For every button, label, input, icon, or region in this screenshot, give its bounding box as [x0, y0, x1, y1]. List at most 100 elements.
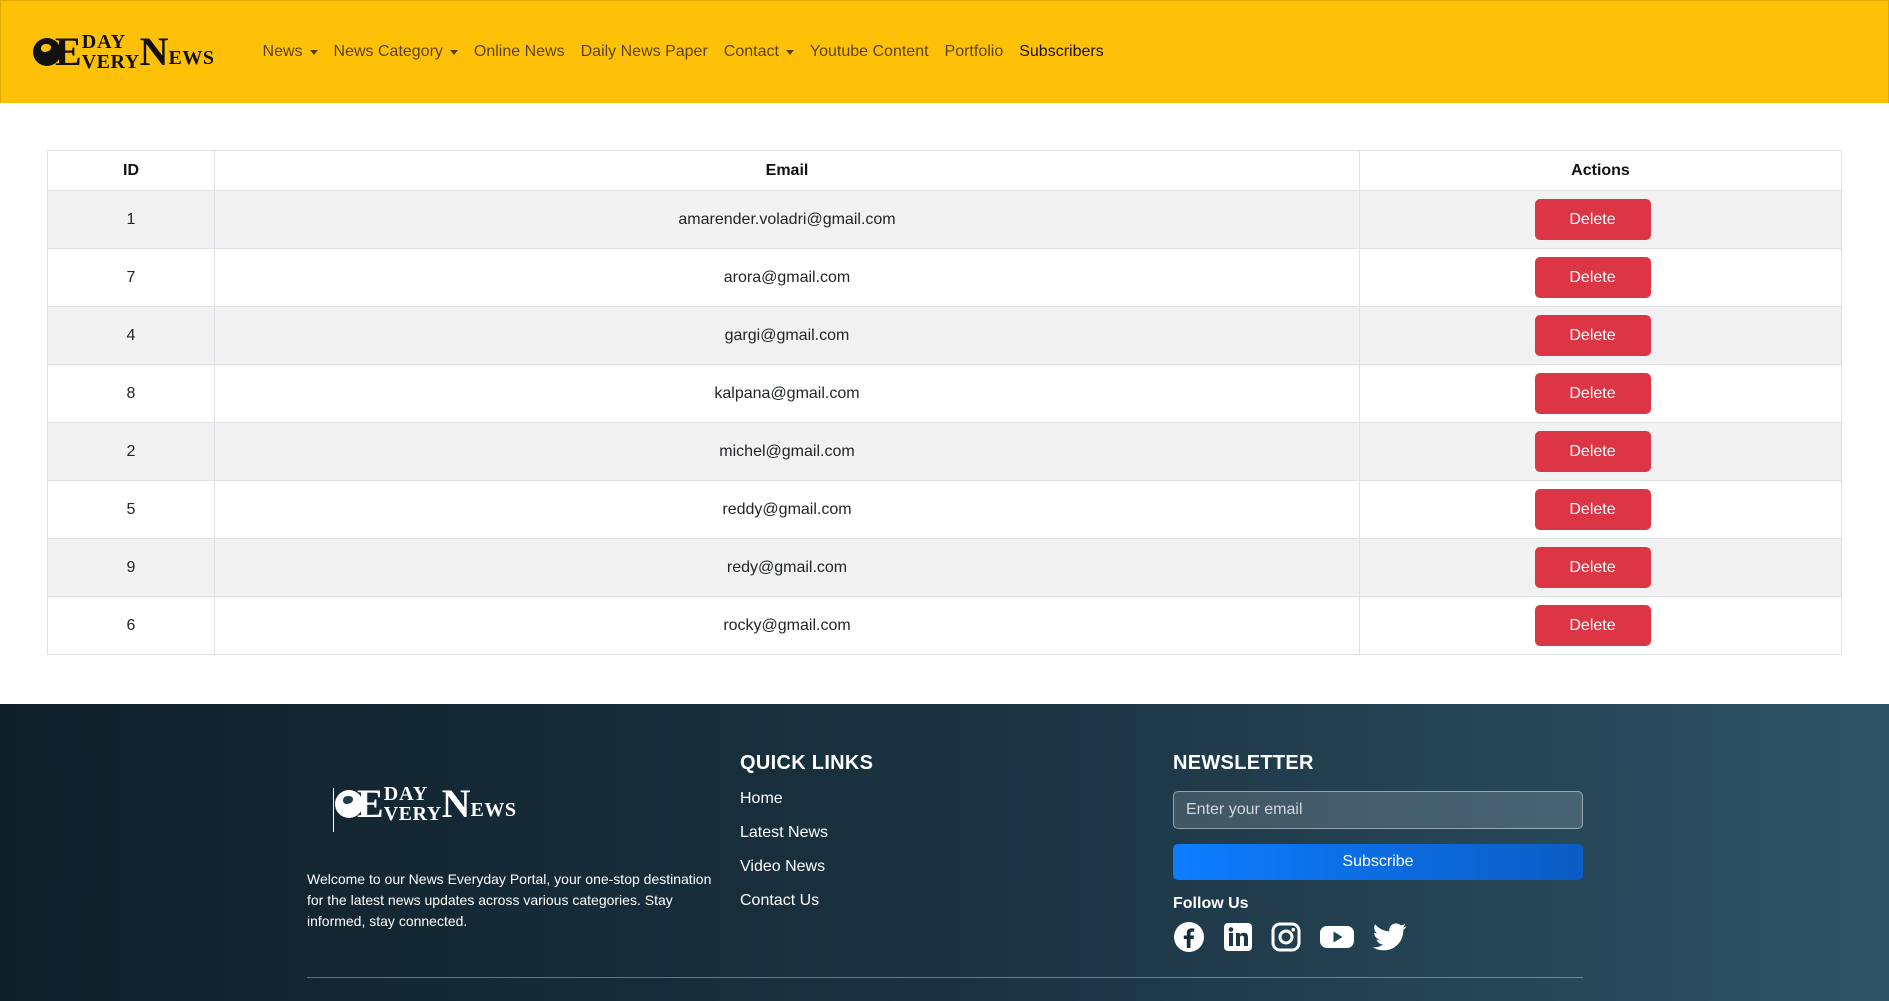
nav-item-contact[interactable]: Contact — [716, 35, 802, 69]
cell-id: 7 — [47, 248, 215, 307]
delete-button[interactable]: Delete — [1534, 373, 1651, 414]
quick-links-list: Home Latest News Video News Contact Us — [740, 789, 873, 925]
header-id: ID — [47, 150, 215, 191]
newsletter-section: NEWSLETTER Enter your email Subscribe Fo… — [1173, 752, 1583, 953]
table-row: 5 reddy@gmail.com Delete — [47, 480, 1842, 539]
footer-logo-mark: E DAY VERY N EWS — [335, 784, 517, 824]
table-row: 4 gargi@gmail.com Delete — [47, 306, 1842, 365]
cell-email: reddy@gmail.com — [214, 480, 1360, 539]
twitter-icon[interactable] — [1373, 923, 1407, 951]
subscribers-table-container: ID Email Actions 1 amarender.voladri@gmai… — [47, 150, 1842, 655]
delete-button[interactable]: Delete — [1534, 489, 1651, 530]
logo-stack: DAY VERY — [82, 32, 140, 72]
logo-day: DAY — [81, 31, 127, 53]
table-row: 7 arora@gmail.com Delete — [47, 248, 1842, 307]
delete-button[interactable]: Delete — [1534, 257, 1651, 298]
table-row: 8 kalpana@gmail.com Delete — [47, 364, 1842, 423]
delete-button[interactable]: Delete — [1534, 605, 1651, 646]
cell-actions: Delete — [1359, 190, 1842, 249]
nav-item-youtube-content[interactable]: Youtube Content — [802, 35, 937, 69]
caret-down-icon — [785, 49, 794, 55]
cell-email: arora@gmail.com — [214, 248, 1360, 307]
delete-button[interactable]: Delete — [1534, 547, 1651, 588]
cell-actions: Delete — [1359, 422, 1842, 481]
table-row: 6 rocky@gmail.com Delete — [47, 596, 1842, 655]
cell-id: 5 — [47, 480, 215, 539]
nav-item-online-news[interactable]: Online News — [466, 35, 573, 69]
logo-ews: EWS — [168, 47, 215, 69]
footer-divider — [307, 977, 1583, 978]
site-footer: E DAY VERY N EWS Welcome to our News Eve… — [0, 704, 1889, 1001]
logo-very: VERY — [383, 803, 442, 825]
cell-actions: Delete — [1359, 596, 1842, 655]
nav-item-label: Subscribers — [1019, 43, 1104, 60]
globe-icon — [33, 38, 61, 66]
caret-down-icon — [449, 49, 458, 55]
delete-button[interactable]: Delete — [1534, 315, 1651, 356]
quick-link-video-news[interactable]: Video News — [740, 857, 873, 891]
logo-divider — [333, 788, 334, 832]
top-navbar: E DAY VERY N EWS News News Category Online… — [0, 0, 1889, 103]
follow-us-label: Follow Us — [1173, 895, 1249, 912]
subscribe-button[interactable]: Subscribe — [1173, 844, 1583, 880]
table-body: 1 amarender.voladri@gmail.com Delete 7 arora… — [47, 190, 1842, 655]
quick-links-title: QUICK LINKS — [740, 752, 874, 774]
cell-id: 2 — [47, 422, 215, 481]
logo-day: DAY — [383, 783, 429, 805]
facebook-icon[interactable] — [1173, 921, 1205, 953]
cell-email: redy@gmail.com — [214, 538, 1360, 597]
main-nav: News News Category Online News Daily News P… — [255, 35, 1112, 69]
cell-actions: Delete — [1359, 248, 1842, 307]
logo-letter-n: N — [139, 29, 169, 74]
newsletter-email-input[interactable]: Enter your email — [1173, 791, 1583, 829]
nav-item-news-category[interactable]: News Category — [326, 35, 466, 69]
globe-icon — [335, 790, 363, 818]
social-icons — [1173, 921, 1583, 953]
youtube-icon[interactable] — [1319, 923, 1355, 951]
nav-item-portfolio[interactable]: Portfolio — [937, 35, 1012, 69]
nav-item-label: Contact — [723, 43, 779, 60]
subscribers-table: ID Email Actions 1 amarender.voladri@gmai… — [47, 150, 1842, 655]
nav-item-label: Youtube Content — [809, 43, 929, 60]
cell-id: 8 — [47, 364, 215, 423]
cell-id: 9 — [47, 538, 215, 597]
logo-stack: DAY VERY — [384, 784, 442, 824]
site-logo[interactable]: E DAY VERY N EWS — [33, 32, 215, 72]
nav-item-news[interactable]: News — [255, 35, 326, 69]
quick-link-latest-news[interactable]: Latest News — [740, 823, 873, 857]
nav-item-label: Portfolio — [944, 43, 1004, 60]
table-row: 1 amarender.voladri@gmail.com Delete — [47, 190, 1842, 249]
delete-button[interactable]: Delete — [1534, 199, 1651, 240]
cell-email: kalpana@gmail.com — [214, 364, 1360, 423]
linkedin-icon[interactable] — [1223, 922, 1253, 952]
nav-item-label: Online News — [473, 43, 565, 60]
cell-actions: Delete — [1359, 306, 1842, 365]
quick-link-contact-us[interactable]: Contact Us — [740, 891, 873, 925]
table-row: 2 michel@gmail.com Delete — [47, 422, 1842, 481]
caret-down-icon — [309, 49, 318, 55]
footer-logo[interactable]: E DAY VERY N EWS — [333, 784, 557, 832]
footer-description: Welcome to our News Everyday Portal, you… — [307, 871, 712, 929]
cell-email: michel@gmail.com — [214, 422, 1360, 481]
delete-button[interactable]: Delete — [1534, 431, 1651, 472]
table-row: 9 redy@gmail.com Delete — [47, 538, 1842, 597]
nav-item-label: News — [262, 43, 303, 60]
nav-item-daily-news-paper[interactable]: Daily News Paper — [573, 35, 716, 69]
cell-actions: Delete — [1359, 364, 1842, 423]
cell-actions: Delete — [1359, 480, 1842, 539]
logo-very: VERY — [81, 51, 140, 73]
header-email: Email — [214, 150, 1360, 191]
nav-item-label: News Category — [333, 43, 443, 60]
cell-email: gargi@gmail.com — [214, 306, 1360, 365]
cell-email: amarender.voladri@gmail.com — [214, 190, 1360, 249]
logo-ews: EWS — [470, 799, 517, 821]
quick-link-home[interactable]: Home — [740, 789, 873, 823]
newsletter-title: NEWSLETTER — [1173, 752, 1314, 774]
logo-letter-n: N — [441, 781, 471, 826]
cell-id: 6 — [47, 596, 215, 655]
nav-item-subscribers[interactable]: Subscribers — [1011, 35, 1111, 69]
table-header-row: ID Email Actions — [47, 150, 1842, 191]
cell-id: 1 — [47, 190, 215, 249]
cell-actions: Delete — [1359, 538, 1842, 597]
instagram-icon[interactable] — [1271, 922, 1301, 952]
